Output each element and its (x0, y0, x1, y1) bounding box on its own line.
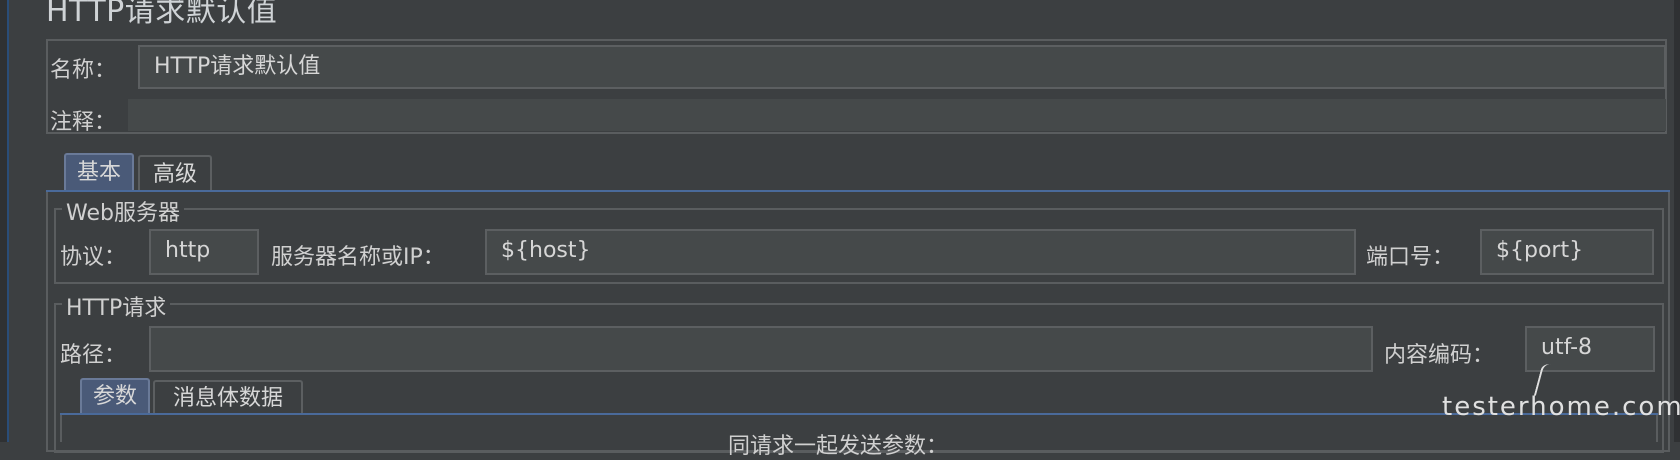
protocol-input[interactable]: http (149, 229, 259, 275)
tab-advanced-label: 高级 (152, 162, 197, 187)
tab-basic-label: 基本 (76, 160, 121, 185)
tab-body-data-label: 消息体数据 (172, 386, 283, 411)
web-server-legend: Web服务器 (62, 195, 184, 227)
server-label: 服务器名称或IP： (271, 245, 445, 270)
name-input[interactable]: HTTP请求默认值 (138, 45, 1666, 89)
name-label: 名称： (50, 58, 117, 83)
comment-label: 注释： (50, 110, 117, 135)
tab-advanced[interactable]: 高级 (138, 155, 212, 191)
protocol-label: 协议： (60, 245, 127, 270)
server-input[interactable]: ${host} (485, 229, 1356, 275)
tab-body-data[interactable]: 消息体数据 (153, 380, 303, 414)
path-input[interactable] (149, 326, 1373, 372)
tab-basic[interactable]: 基本 (64, 153, 134, 191)
encoding-label: 内容编码： (1384, 343, 1495, 368)
left-edge-bar (0, 0, 9, 442)
port-input[interactable]: ${port} (1480, 229, 1654, 275)
right-edge-bar (1674, 0, 1680, 442)
path-label: 路径： (60, 343, 127, 368)
parameters-caption: 同请求一起发送参数： (728, 434, 949, 459)
page-title: HTTP请求默认值 (46, 0, 278, 29)
comment-input[interactable] (128, 99, 1666, 131)
port-label: 端口号： (1366, 245, 1455, 270)
tab-parameters[interactable]: 参数 (80, 378, 150, 414)
watermark-text: testerhome.com (1442, 392, 1680, 422)
http-request-legend: HTTP请求 (62, 290, 171, 322)
tab-parameters-label: 参数 (92, 384, 137, 409)
